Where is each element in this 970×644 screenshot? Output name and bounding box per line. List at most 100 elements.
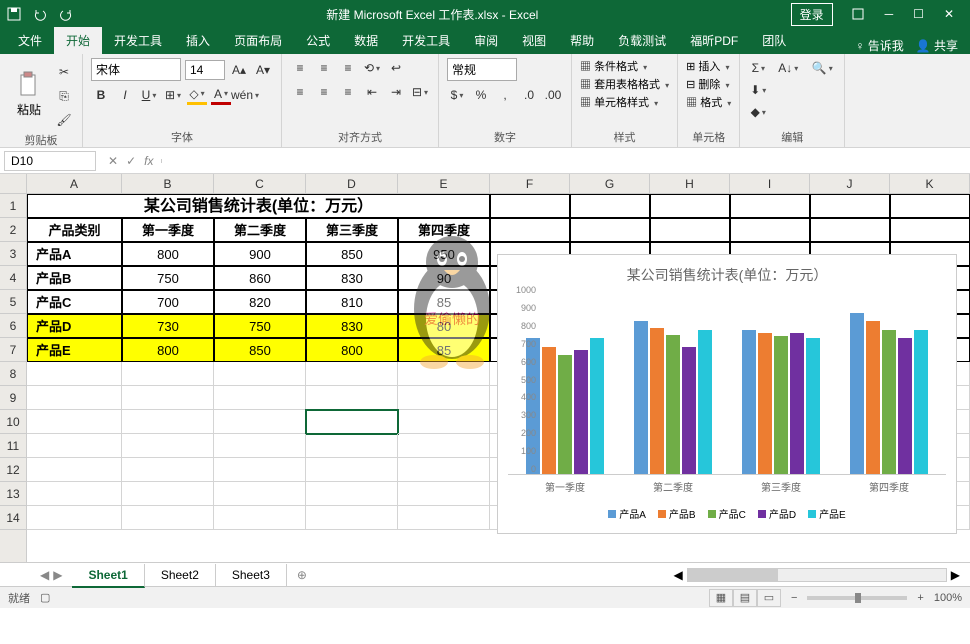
cell[interactable]: 850: [214, 338, 306, 362]
add-sheet-button[interactable]: ⊕: [287, 568, 317, 582]
col-header[interactable]: E: [398, 174, 490, 193]
cell[interactable]: 730: [122, 314, 214, 338]
zoom-out-icon[interactable]: −: [791, 592, 797, 604]
decrease-font-icon[interactable]: A▾: [253, 60, 273, 80]
col-header[interactable]: B: [122, 174, 214, 193]
phonetic-icon[interactable]: wén▾: [235, 85, 255, 105]
autosum-icon[interactable]: Σ▾: [748, 58, 768, 78]
cell[interactable]: [214, 386, 306, 410]
col-header[interactable]: J: [810, 174, 890, 193]
font-color-icon[interactable]: A▾: [211, 85, 231, 105]
col-header[interactable]: A: [27, 174, 122, 193]
tab-team[interactable]: 团队: [750, 27, 798, 54]
col-header[interactable]: F: [490, 174, 570, 193]
hscroll-left-icon[interactable]: ◀: [674, 568, 683, 582]
cell[interactable]: [650, 194, 730, 218]
cell[interactable]: [730, 218, 810, 242]
cell[interactable]: 产品C: [27, 290, 122, 314]
align-center-icon[interactable]: ≡: [314, 82, 334, 102]
row-header[interactable]: 14: [0, 506, 26, 530]
cell[interactable]: 产品B: [27, 266, 122, 290]
cell[interactable]: 820: [214, 290, 306, 314]
cell[interactable]: [810, 218, 890, 242]
tab-insert[interactable]: 插入: [174, 27, 222, 54]
hscroll-right-icon[interactable]: ▶: [951, 568, 960, 582]
cell[interactable]: 80: [398, 314, 490, 338]
macro-record-icon[interactable]: ▢: [40, 591, 50, 604]
currency-icon[interactable]: $▾: [447, 85, 467, 105]
cell[interactable]: [398, 434, 490, 458]
cell[interactable]: [306, 482, 398, 506]
comma-icon[interactable]: ,: [495, 85, 515, 105]
minimize-icon[interactable]: ─: [875, 3, 904, 25]
cell[interactable]: [730, 194, 810, 218]
cell[interactable]: 产品A: [27, 242, 122, 266]
cell[interactable]: 产品D: [27, 314, 122, 338]
cell[interactable]: [27, 386, 122, 410]
tab-data[interactable]: 数据: [342, 27, 390, 54]
indent-inc-icon[interactable]: ⇥: [386, 82, 406, 102]
bold-button[interactable]: B: [91, 85, 111, 105]
cell[interactable]: [570, 218, 650, 242]
tab-file[interactable]: 文件: [6, 27, 54, 54]
fill-icon[interactable]: ⬇▾: [748, 80, 768, 100]
zoom-slider[interactable]: [807, 596, 907, 600]
sheet-nav-prev-icon[interactable]: ◀: [40, 568, 49, 582]
maximize-icon[interactable]: ☐: [903, 3, 934, 25]
orientation-icon[interactable]: ⟲▾: [362, 58, 382, 78]
col-header[interactable]: C: [214, 174, 306, 193]
align-bottom-icon[interactable]: ≡: [338, 58, 358, 78]
cell[interactable]: 860: [214, 266, 306, 290]
view-pagelayout-icon[interactable]: ▤: [733, 589, 757, 607]
cell[interactable]: 750: [122, 266, 214, 290]
cell[interactable]: 800: [122, 338, 214, 362]
formula-input[interactable]: [161, 159, 970, 163]
format-painter-icon[interactable]: 🖌: [54, 110, 74, 130]
cell[interactable]: [306, 410, 398, 434]
cell[interactable]: [890, 194, 970, 218]
fx-icon[interactable]: fx: [144, 154, 153, 168]
cell[interactable]: [122, 362, 214, 386]
cut-icon[interactable]: ✂: [54, 62, 74, 82]
cell[interactable]: 900: [214, 242, 306, 266]
cell[interactable]: 750: [214, 314, 306, 338]
clear-icon[interactable]: ◆▾: [748, 102, 768, 122]
cell[interactable]: [398, 458, 490, 482]
cell[interactable]: [214, 458, 306, 482]
row-header[interactable]: 8: [0, 362, 26, 386]
name-box[interactable]: [4, 151, 96, 171]
cell[interactable]: [122, 482, 214, 506]
cell[interactable]: [27, 362, 122, 386]
indent-dec-icon[interactable]: ⇤: [362, 82, 382, 102]
row-header[interactable]: 9: [0, 386, 26, 410]
cell[interactable]: [398, 362, 490, 386]
chart[interactable]: 某公司销售统计表(单位：万元） 010020030040050060070080…: [497, 254, 957, 534]
wrap-text-icon[interactable]: ↩: [386, 58, 406, 78]
cell[interactable]: [306, 434, 398, 458]
cell[interactable]: 950: [398, 242, 490, 266]
copy-icon[interactable]: ⎘: [54, 86, 74, 106]
cell[interactable]: 第一季度: [122, 218, 214, 242]
cell[interactable]: [398, 410, 490, 434]
cell[interactable]: [214, 410, 306, 434]
cell[interactable]: 产品E: [27, 338, 122, 362]
tab-view[interactable]: 视图: [510, 27, 558, 54]
row-header[interactable]: 1: [0, 194, 26, 218]
tab-foxit[interactable]: 福昕PDF: [678, 27, 750, 54]
row-header[interactable]: 6: [0, 314, 26, 338]
cell[interactable]: [122, 506, 214, 530]
sheet-tab[interactable]: Sheet1: [72, 564, 144, 588]
cell[interactable]: [214, 506, 306, 530]
cell[interactable]: [398, 482, 490, 506]
cell[interactable]: [122, 434, 214, 458]
cell[interactable]: [810, 194, 890, 218]
cell[interactable]: [650, 218, 730, 242]
cell[interactable]: 830: [306, 314, 398, 338]
tab-layout[interactable]: 页面布局: [222, 27, 294, 54]
cell[interactable]: [570, 194, 650, 218]
tab-dev[interactable]: 开发工具: [102, 27, 174, 54]
tab-home[interactable]: 开始: [54, 27, 102, 54]
row-header[interactable]: 12: [0, 458, 26, 482]
cell[interactable]: 810: [306, 290, 398, 314]
cell[interactable]: 800: [306, 338, 398, 362]
